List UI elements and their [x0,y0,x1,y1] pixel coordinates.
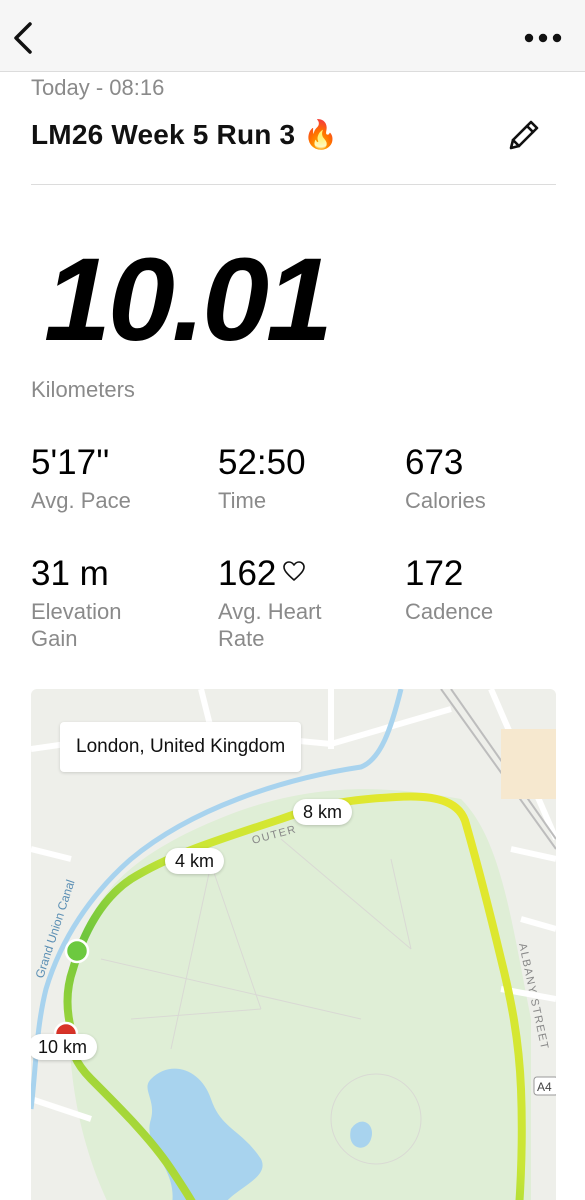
stat-value: 5'17'' [31,443,110,482]
location-label: London, United Kingdom [60,722,302,772]
km-marker-10: 10 km [31,1034,98,1060]
activity-datetime: Today - 08:16 [31,75,165,100]
stat-value: 162 [218,554,358,594]
heart-outline-icon [283,561,306,581]
stat-label: Time [218,488,267,513]
header-divider [31,184,556,185]
pencil-icon[interactable] [503,116,543,156]
stat-value: 172 [405,554,464,593]
stat-value: 52:50 [218,443,306,482]
stat-time: 52:50 Time [218,443,306,514]
stat-value-text: 162 [218,554,277,593]
route-map[interactable]: Grand Union Canal OUTER ALBANY STREET A4… [31,689,556,1200]
stat-avg-pace: 5'17'' Avg. Pace [31,443,131,514]
stat-label: Calories [405,488,486,513]
stat-value: 673 [405,443,464,482]
road-shield-label: A4 [537,1080,552,1094]
distance-value: 10.01 [44,234,333,366]
distance-unit: Kilometers [31,377,135,402]
km-marker-4: 4 km [165,848,225,874]
stat-calories: 673 Calories [405,443,486,514]
stat-avg-heart-rate: 162 Avg. Heart Rate [218,554,358,652]
chevron-left-icon[interactable] [8,18,38,58]
stat-label: Avg. Pace [31,488,131,513]
stat-label: Elevation Gain [31,599,122,651]
navigation-bar [0,0,585,72]
km-marker-8: 8 km [293,799,353,825]
stat-cadence: 172 Cadence [405,554,493,625]
activity-title: LM26 Week 5 Run 3 🔥 [31,119,339,150]
stat-label: Avg. Heart Rate [218,599,322,651]
stat-label: Cadence [405,599,494,624]
start-marker [64,938,90,964]
stat-value: 31 m [31,554,109,593]
stat-elevation-gain: 31 m Elevation Gain [31,554,171,652]
more-horizontal-icon[interactable] [523,28,563,48]
urban-area [501,729,556,799]
